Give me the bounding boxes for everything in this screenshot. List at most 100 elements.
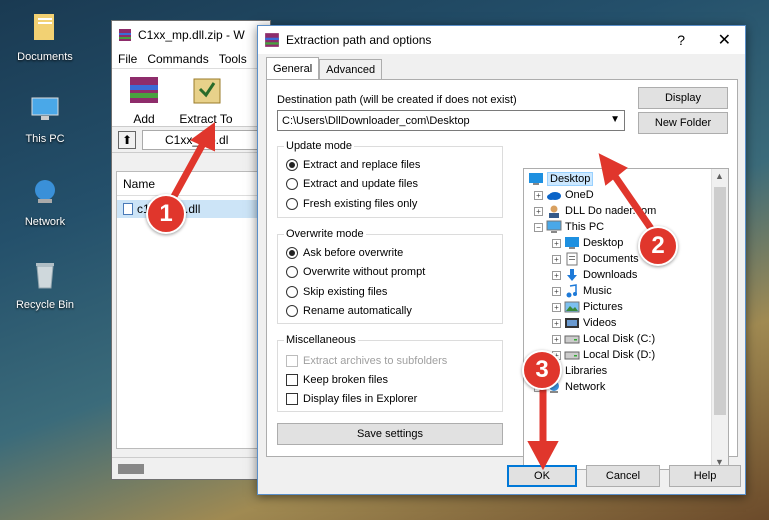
winrar-file-list: Name c1xx_mp.dll bbox=[116, 171, 270, 449]
extract-to-button[interactable]: Extract To bbox=[176, 73, 236, 126]
radio-ask-before[interactable]: Ask before overwrite bbox=[286, 247, 403, 259]
general-tab-panel: Destination path (will be created if doe… bbox=[266, 79, 738, 470]
desktop-icon-label: Network bbox=[24, 216, 66, 228]
expand-icon[interactable]: + bbox=[552, 254, 561, 264]
checkbox-keep-broken[interactable]: Keep broken files bbox=[286, 374, 388, 386]
radio-button[interactable] bbox=[286, 178, 298, 190]
radio-skip-existing[interactable]: Skip existing files bbox=[286, 286, 387, 298]
radio-rename-auto[interactable]: Rename automatically bbox=[286, 305, 412, 317]
radio-fresh-existing[interactable]: Fresh existing files only bbox=[286, 198, 417, 210]
help-icon[interactable]: ? bbox=[677, 32, 685, 48]
tree-item-documents[interactable]: + Documents bbox=[552, 251, 639, 267]
expand-icon[interactable]: + bbox=[552, 302, 561, 312]
radio-button[interactable] bbox=[286, 247, 298, 259]
up-folder-icon[interactable]: ⬆ bbox=[118, 130, 136, 149]
chevron-down-icon[interactable]: ▼ bbox=[610, 114, 620, 125]
radio-button[interactable] bbox=[286, 198, 298, 210]
radio-overwrite-without[interactable]: Overwrite without prompt bbox=[286, 266, 425, 278]
add-button[interactable]: Add bbox=[118, 73, 170, 126]
tree-item-downloads[interactable]: + Downloads bbox=[552, 267, 637, 283]
tree-item-label: Local Disk (D:) bbox=[583, 349, 656, 361]
radio-label: Overwrite without prompt bbox=[303, 266, 426, 278]
drive-icon bbox=[564, 335, 580, 344]
tree-item-desktop[interactable]: Desktop bbox=[528, 171, 594, 187]
file-row[interactable]: c1xx_mp.dll bbox=[117, 200, 269, 218]
tree-item-local-disk-c[interactable]: + Local Disk (C:) bbox=[552, 331, 655, 347]
destination-path-value: C:\Users\DllDownloader_com\Desktop bbox=[282, 114, 470, 127]
step-marker-2: 2 bbox=[638, 226, 678, 266]
winrar-titlebar[interactable]: C1xx_mp.dll.zip - W bbox=[112, 21, 270, 49]
expand-icon[interactable]: + bbox=[534, 206, 543, 216]
checkbox bbox=[286, 355, 298, 367]
videos-icon bbox=[565, 318, 579, 328]
add-archive-icon bbox=[130, 77, 158, 103]
radio-button[interactable] bbox=[286, 305, 298, 317]
tree-item-pictures[interactable]: + Pictures bbox=[552, 299, 623, 315]
checkbox-label: Extract archives to subfolders bbox=[303, 355, 448, 367]
desktop-icon-network[interactable]: Network bbox=[5, 175, 85, 228]
update-mode-group: Update mode Extract and replace files Ex… bbox=[277, 140, 503, 218]
radio-button[interactable] bbox=[286, 159, 298, 171]
display-button[interactable]: Display bbox=[638, 87, 728, 109]
dialog-titlebar[interactable]: Extraction path and options ? ✕ bbox=[258, 26, 745, 54]
column-header-name[interactable]: Name bbox=[117, 172, 269, 196]
menu-commands[interactable]: Commands bbox=[147, 52, 208, 66]
menu-tools[interactable]: Tools bbox=[219, 52, 247, 66]
desktop-icon-label: Documents bbox=[17, 51, 73, 63]
tab-advanced[interactable]: Advanced bbox=[319, 59, 383, 79]
radio-label: Skip existing files bbox=[303, 286, 388, 298]
miscellaneous-title: Miscellaneous bbox=[284, 334, 358, 346]
cancel-button[interactable]: Cancel bbox=[586, 465, 660, 487]
user-icon bbox=[549, 205, 559, 218]
desktop-icon-this-pc[interactable]: This PC bbox=[5, 92, 85, 145]
tab-general[interactable]: General bbox=[266, 57, 320, 79]
overwrite-mode-title: Overwrite mode bbox=[284, 228, 366, 240]
checkbox[interactable] bbox=[286, 374, 298, 386]
ok-button[interactable]: OK bbox=[507, 465, 577, 487]
radio-extract-replace[interactable]: Extract and replace files bbox=[286, 159, 420, 171]
tree-item-user[interactable]: + DLL Do nader.com bbox=[534, 203, 656, 219]
expand-icon[interactable]: + bbox=[552, 238, 561, 248]
tree-item-pc-desktop[interactable]: + Desktop bbox=[552, 235, 623, 251]
expand-icon[interactable]: + bbox=[552, 334, 561, 344]
radio-button[interactable] bbox=[286, 286, 298, 298]
extraction-dialog: Extraction path and options ? ✕ General … bbox=[257, 25, 746, 495]
extract-to-icon bbox=[193, 78, 221, 104]
tree-item-label: OneD bbox=[565, 189, 594, 201]
checkbox[interactable] bbox=[286, 393, 298, 405]
desktop-icon bbox=[565, 237, 579, 249]
tree-item-label: Desktop bbox=[583, 237, 624, 249]
winrar-path-field[interactable]: C1xx_mp.dl bbox=[142, 129, 264, 150]
tree-item-label: Videos bbox=[583, 317, 617, 329]
desktop-icon-recycle-bin[interactable]: Recycle Bin bbox=[5, 258, 85, 311]
close-icon[interactable]: ✕ bbox=[718, 30, 731, 50]
checkbox-display-explorer[interactable]: Display files in Explorer bbox=[286, 393, 417, 405]
tree-item-onedrive[interactable]: + OneD bbox=[534, 187, 594, 203]
tree-item-music[interactable]: + Music bbox=[552, 283, 612, 299]
desktop-icon-documents[interactable]: Documents bbox=[5, 10, 85, 63]
winrar-icon bbox=[265, 33, 279, 47]
dialog-title: Extraction path and options bbox=[286, 33, 432, 47]
tree-item-this-pc[interactable]: − This PC bbox=[534, 219, 604, 235]
tree-item-local-disk-d[interactable]: + Local Disk (D:) bbox=[552, 347, 655, 363]
expand-icon[interactable]: + bbox=[552, 286, 561, 296]
save-settings-button[interactable]: Save settings bbox=[277, 423, 503, 445]
collapse-icon[interactable]: − bbox=[534, 222, 543, 232]
scroll-up-icon[interactable]: ▲ bbox=[715, 171, 724, 181]
tree-scrollbar[interactable]: ▲ ▼ bbox=[711, 169, 728, 469]
menu-file[interactable]: File bbox=[118, 52, 137, 66]
expand-icon[interactable]: + bbox=[552, 318, 561, 328]
help-button[interactable]: Help bbox=[669, 465, 741, 487]
scrollbar-thumb[interactable] bbox=[714, 187, 726, 415]
tree-item-label: Network bbox=[565, 381, 606, 393]
expand-icon[interactable]: + bbox=[552, 270, 561, 280]
radio-extract-update[interactable]: Extract and update files bbox=[286, 178, 418, 190]
dll-file-icon bbox=[123, 203, 133, 215]
expand-icon[interactable]: + bbox=[534, 190, 543, 200]
new-folder-button[interactable]: New Folder bbox=[638, 112, 728, 134]
radio-button[interactable] bbox=[286, 266, 298, 278]
destination-path-input[interactable]: C:\Users\DllDownloader_com\Desktop ▼ bbox=[277, 110, 625, 131]
onedrive-icon bbox=[547, 192, 561, 200]
tree-item-videos[interactable]: + Videos bbox=[552, 315, 616, 331]
checkbox-extract-subfolders: Extract archives to subfolders bbox=[286, 355, 447, 367]
